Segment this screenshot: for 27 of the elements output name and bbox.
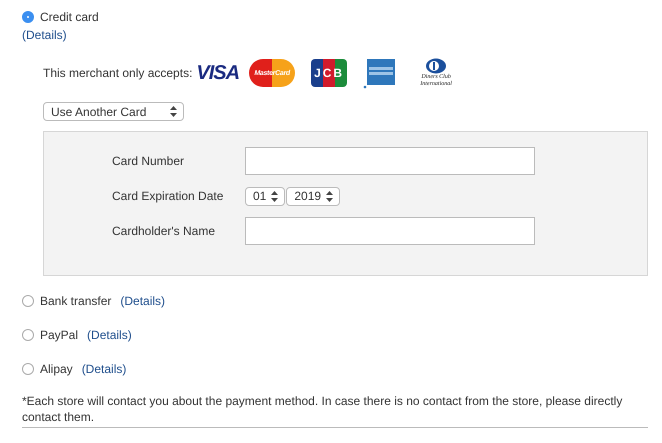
amex-logo <box>363 57 396 89</box>
payment-note: *Each store will contact you about the payment method. In case there is no contact from the store, please directly contact them. <box>22 393 648 428</box>
stepper-icon <box>170 106 177 117</box>
option-label: Alipay <box>40 362 73 376</box>
details-link[interactable]: (Details) <box>82 362 126 376</box>
details-link[interactable]: (Details) <box>120 294 166 308</box>
field-label: Card Expiration Date <box>112 189 224 203</box>
field-label: Card Number <box>112 154 186 168</box>
cardholder-name-field[interactable] <box>245 217 535 245</box>
field-label: Cardholder's Name <box>112 224 216 238</box>
radio-button[interactable] <box>22 363 34 375</box>
card-number-field[interactable] <box>245 147 535 175</box>
stepper-icon <box>271 190 278 202</box>
radio-button[interactable] <box>22 295 34 307</box>
option-label: Credit card <box>40 10 99 24</box>
month-select[interactable]: 01 <box>245 186 286 206</box>
details-link[interactable]: (Details) <box>87 328 132 342</box>
option-label: Bank transfer <box>40 294 112 308</box>
year-select[interactable]: 2019 <box>286 186 340 206</box>
details-link[interactable]: (Details) <box>22 28 67 42</box>
radio-button[interactable] <box>22 329 34 341</box>
accepts-label: This merchant only accepts: <box>43 66 192 80</box>
radio-button[interactable] <box>22 11 34 23</box>
visa-logo: VISA <box>196 62 240 84</box>
stepper-icon <box>326 190 334 202</box>
card-select[interactable]: Use Another Card <box>43 102 184 121</box>
option-label: PayPal <box>40 328 78 342</box>
